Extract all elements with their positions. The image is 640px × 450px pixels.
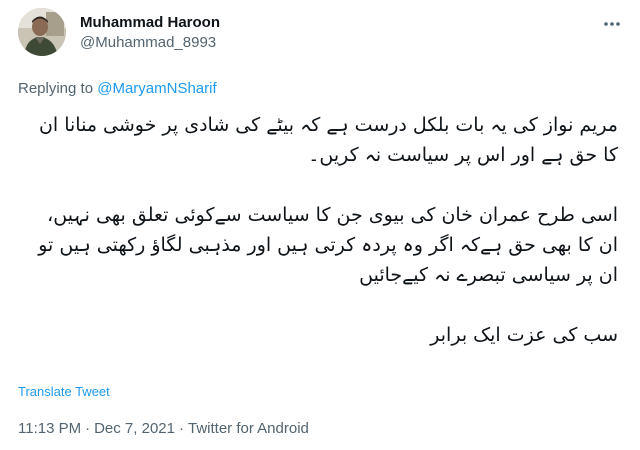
replying-to-label: Replying to <box>18 80 98 97</box>
more-horizontal-icon <box>604 22 620 26</box>
meta-separator-2: · <box>178 420 184 437</box>
tweet-author: Muhammad Haroon @Muhammad_8993 <box>80 13 220 53</box>
tweet-paragraph-3: سب کی عزت ایک برابر <box>430 324 618 346</box>
tweet-card: Muhammad Haroon @Muhammad_8993 Replying … <box>0 0 640 450</box>
translate-tweet-link[interactable]: Translate Tweet <box>18 383 110 401</box>
profile-photo-icon <box>18 8 66 56</box>
reply-mention-link[interactable]: @MaryamNSharif <box>97 80 216 97</box>
tweet-paragraph-2: اسی طرح عمران خان کی بیوی جن کا سیاست سے… <box>38 204 618 286</box>
tweet-paragraph-1: مریم نواز کی یہ بات بلکل درست ہے کہ بیٹے… <box>38 114 618 166</box>
tweet-date-link[interactable]: Dec 7, 2021 <box>94 420 175 437</box>
tweet-time-link[interactable]: 11:13 PM <box>18 420 81 437</box>
tweet-source-link[interactable]: Twitter for Android <box>188 420 309 437</box>
display-name[interactable]: Muhammad Haroon <box>80 13 220 33</box>
tweet-text: مریم نواز کی یہ بات بلکل درست ہے کہ بیٹے… <box>28 110 618 350</box>
meta-separator: · <box>85 420 91 437</box>
more-options-button[interactable] <box>598 10 626 38</box>
tweet-metadata: 11:13 PM · Dec 7, 2021 · Twitter for Android <box>18 419 309 439</box>
user-handle[interactable]: @Muhammad_8993 <box>80 33 220 53</box>
avatar[interactable] <box>18 8 66 56</box>
replying-to-line: Replying to @MaryamNSharif <box>18 79 217 99</box>
